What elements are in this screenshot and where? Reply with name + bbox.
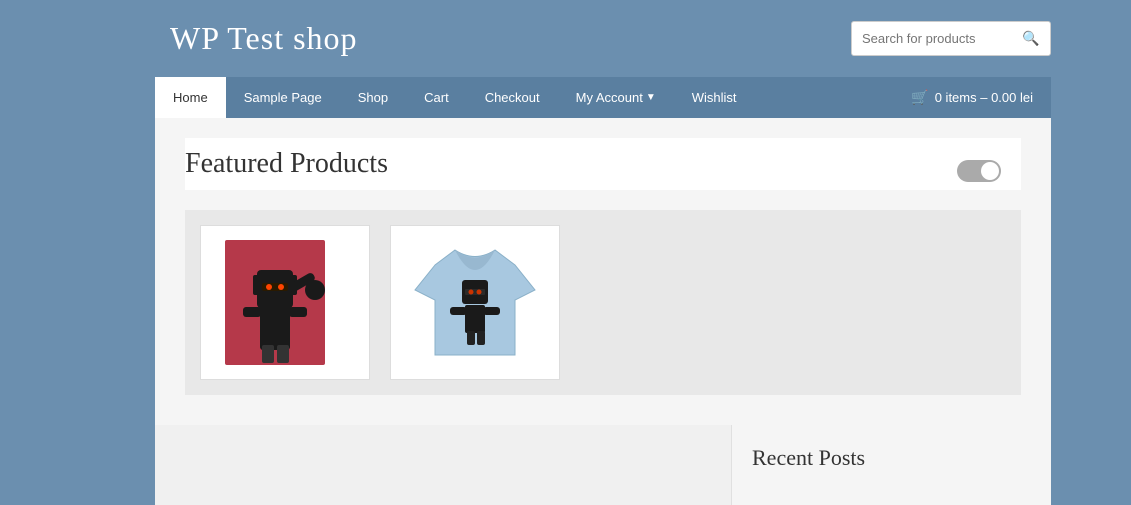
search-button[interactable]: 🔍 (1012, 22, 1049, 55)
search-icon: 🔍 (1022, 30, 1039, 46)
tshirt-image (405, 235, 545, 370)
search-bar[interactable]: 🔍 (851, 21, 1051, 56)
products-grid (185, 210, 1021, 395)
search-input[interactable] (852, 23, 1012, 54)
nav-item-my-account[interactable]: My Account ▼ (558, 77, 674, 118)
nav-item-shop[interactable]: Shop (340, 77, 406, 118)
cart-icon: 🛒 (911, 89, 928, 106)
main-nav: Home Sample Page Shop Cart Checkout My A… (155, 77, 1051, 118)
chevron-down-icon: ▼ (646, 92, 656, 103)
main-content: Featured Products (155, 118, 1051, 425)
bottom-area: Recent Posts (155, 425, 1051, 505)
nav-item-cart[interactable]: Cart (406, 77, 467, 118)
site-header: WP Test shop 🔍 (0, 0, 1131, 77)
toggle-button[interactable] (957, 160, 1001, 182)
right-sidebar: Recent Posts (731, 425, 1051, 505)
featured-title: Featured Products (185, 138, 1021, 190)
cart-label: 0 items – 0.00 lei (935, 90, 1033, 105)
cart-summary[interactable]: 🛒 0 items – 0.00 lei (893, 77, 1051, 118)
recent-posts-title: Recent Posts (752, 445, 1031, 471)
site-title: WP Test shop (170, 20, 358, 57)
nav-item-sample-page[interactable]: Sample Page (226, 77, 340, 118)
product-card-ninja-poster[interactable] (200, 225, 370, 380)
nav-item-wishlist[interactable]: Wishlist (674, 77, 755, 118)
featured-section: Featured Products (155, 118, 1051, 425)
ninja-poster-image (215, 235, 355, 370)
left-content-area (155, 425, 731, 505)
nav-item-checkout[interactable]: Checkout (467, 77, 558, 118)
nav-item-home[interactable]: Home (155, 77, 226, 118)
my-account-label: My Account (576, 90, 643, 105)
product-card-tshirt[interactable] (390, 225, 560, 380)
